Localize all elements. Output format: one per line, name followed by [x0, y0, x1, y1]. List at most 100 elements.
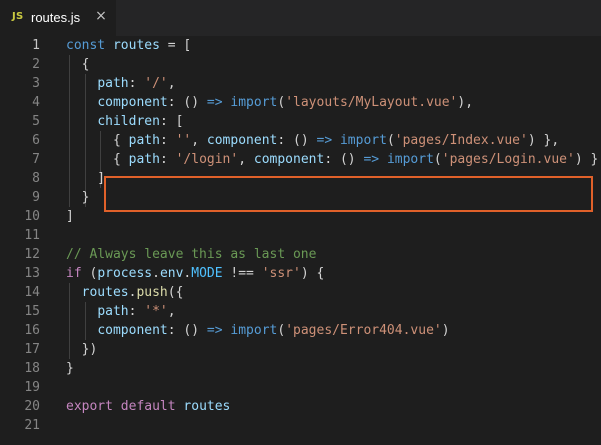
- line-number: 18: [24, 361, 40, 376]
- code-token: = [: [159, 38, 192, 53]
- code-token: {: [66, 57, 90, 72]
- code-line[interactable]: 6 { path: '', component: () => import('p…: [0, 131, 601, 150]
- code-line[interactable]: 17 }): [0, 340, 601, 359]
- code-token: 'layouts/MyLayout.vue': [285, 95, 458, 110]
- code-line[interactable]: 5 children: [: [0, 112, 601, 131]
- code-text: }): [66, 340, 98, 359]
- code-token: ) },: [527, 133, 560, 148]
- code-line[interactable]: 11: [0, 226, 601, 245]
- code-token: {: [66, 152, 129, 167]
- code-token: : (): [167, 95, 207, 110]
- code-token: : (): [277, 133, 317, 148]
- code-text: const routes = [: [66, 36, 191, 55]
- code-token: (: [433, 152, 442, 167]
- code-token: path: [128, 152, 160, 167]
- code-line[interactable]: 15 path: '*',: [0, 302, 601, 321]
- code-token: ({: [167, 285, 184, 300]
- code-text: children: [: [66, 112, 183, 131]
- line-number: 12: [24, 247, 40, 262]
- code-token: : [: [159, 114, 184, 129]
- code-token: : (): [167, 323, 207, 338]
- code-text: // Always leave this as last one: [66, 245, 316, 264]
- code-token: =>: [316, 133, 333, 148]
- code-line[interactable]: 14 routes.push({: [0, 283, 601, 302]
- code-token: }: [66, 361, 74, 376]
- code-line[interactable]: 3 path: '/',: [0, 74, 601, 93]
- code-token: if: [66, 266, 82, 281]
- code-token: MODE: [191, 266, 223, 281]
- code-text: }: [66, 188, 90, 207]
- code-line[interactable]: 16 component: () => import('pages/Error4…: [0, 321, 601, 340]
- code-token: path: [128, 133, 160, 148]
- code-line[interactable]: 21: [0, 416, 601, 435]
- line-number: 20: [24, 399, 40, 414]
- code-line[interactable]: 2 {: [0, 55, 601, 74]
- code-token: : (): [324, 152, 364, 167]
- code-token: (: [277, 323, 286, 338]
- code-text: path: '*',: [66, 302, 176, 321]
- line-number: 16: [24, 323, 40, 338]
- code-token: ) }: [574, 152, 599, 167]
- line-number: 2: [32, 57, 40, 72]
- code-token: default: [120, 399, 176, 414]
- code-token: ,: [167, 304, 176, 319]
- code-line[interactable]: 8 ]: [0, 169, 601, 188]
- code-token: 'pages/Index.vue': [394, 133, 528, 148]
- tab-routes-js[interactable]: JS routes.js ×: [0, 0, 117, 36]
- code-text: ]: [66, 207, 74, 226]
- code-token: (: [81, 266, 98, 281]
- code-text: ]: [66, 169, 105, 188]
- code-line[interactable]: 18}: [0, 359, 601, 378]
- code-line[interactable]: 1 const routes = [: [0, 36, 601, 55]
- line-number: 11: [24, 228, 40, 243]
- line-number: 19: [24, 380, 40, 395]
- code-token: export: [66, 399, 113, 414]
- code-token: 'pages/Login.vue': [441, 152, 575, 167]
- line-number: 5: [32, 114, 40, 129]
- code-editor[interactable]: 1 const routes = [2 {3 path: '/', 4 compon…: [0, 36, 601, 445]
- tab-bar: JS routes.js ×: [0, 0, 601, 36]
- code-token: :: [128, 304, 145, 319]
- line-number: 9: [32, 190, 40, 205]
- code-token: =>: [206, 323, 223, 338]
- code-text: {: [66, 55, 90, 74]
- line-number: 1: [32, 38, 40, 53]
- code-token: component: [253, 152, 325, 167]
- code-line[interactable]: 12 // Always leave this as last one: [0, 245, 601, 264]
- code-line[interactable]: 20 export default routes: [0, 397, 601, 416]
- code-token: env: [159, 266, 184, 281]
- code-text: }: [66, 359, 74, 378]
- code-line[interactable]: 9 }: [0, 188, 601, 207]
- code-token: component: [97, 95, 168, 110]
- code-token: // Always leave this as last one: [66, 247, 317, 262]
- code-token: ,: [238, 152, 254, 167]
- code-token: routes: [112, 38, 160, 53]
- code-line[interactable]: 4 component: () => import('layouts/MyLay…: [0, 93, 601, 112]
- close-icon[interactable]: ×: [93, 8, 109, 26]
- code-text: { path: '', component: () => import('pag…: [66, 131, 559, 150]
- code-token: 'ssr': [261, 266, 301, 281]
- code-text: path: '/',: [66, 74, 175, 93]
- line-number: 17: [24, 342, 40, 357]
- code-line[interactable]: 19: [0, 378, 601, 397]
- code-token: }: [66, 190, 90, 205]
- code-token: import: [339, 133, 387, 148]
- code-token: '*': [144, 304, 168, 319]
- code-line[interactable]: 10]: [0, 207, 601, 226]
- code-line[interactable]: 13 if (process.env.MODE !== 'ssr') {: [0, 264, 601, 283]
- line-number: 4: [32, 95, 40, 110]
- code-token: ): [441, 323, 450, 338]
- code-line[interactable]: 7 { path: '/login', component: () => imp…: [0, 150, 601, 169]
- code-text: export default routes: [66, 397, 230, 416]
- code-token: ) {: [300, 266, 325, 281]
- line-number: 15: [24, 304, 40, 319]
- code-token: component: [206, 133, 278, 148]
- code-token: routes: [183, 399, 231, 414]
